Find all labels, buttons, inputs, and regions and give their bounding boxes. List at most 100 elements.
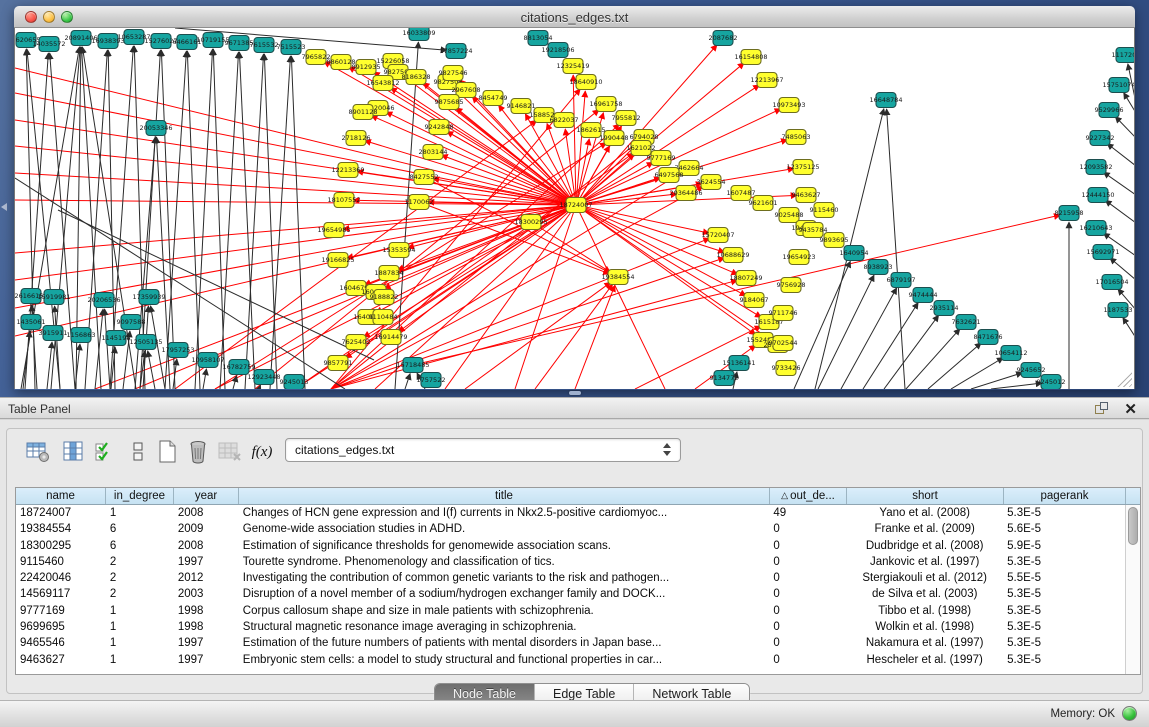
table-row[interactable]: 1456911722003Disruption of a novel membe… bbox=[16, 586, 1125, 602]
table-row[interactable]: 911546021997Tourette syndrome. Phenomeno… bbox=[16, 554, 1125, 570]
graph-node-yellow[interactable]: 9110484 bbox=[369, 310, 398, 325]
citation-edge-black[interactable] bbox=[291, 56, 305, 389]
graph-node-teal[interactable]: 7632621 bbox=[952, 315, 981, 330]
column-header-pagerank[interactable]: pagerank bbox=[1004, 488, 1126, 504]
graph-node-yellow[interactable]: 18107552 bbox=[327, 193, 360, 208]
graph-node-teal[interactable]: 17957253 bbox=[161, 343, 194, 358]
float-panel-icon[interactable] bbox=[1095, 402, 1109, 416]
graph-node-teal[interactable]: 9245012 bbox=[1037, 375, 1066, 390]
network-view-window[interactable]: citations_edges.txt 26206551403557220891… bbox=[14, 6, 1135, 390]
graph-node-yellow[interactable]: 12325419 bbox=[556, 59, 589, 74]
graph-node-yellow[interactable]: 9711746 bbox=[769, 306, 798, 321]
citation-edge-red[interactable] bbox=[576, 205, 724, 252]
graph-node-yellow[interactable]: 16154808 bbox=[734, 50, 767, 65]
close-panel-icon[interactable]: ✕ bbox=[1124, 400, 1137, 418]
graph-node-yellow[interactable]: 9733426 bbox=[772, 361, 801, 376]
citation-edge-black[interactable] bbox=[195, 49, 213, 389]
table-row[interactable]: 977716911998Corpus callosum shape and si… bbox=[16, 603, 1125, 619]
memory-ok-indicator[interactable] bbox=[1122, 706, 1137, 721]
citation-edge-red[interactable] bbox=[576, 205, 665, 389]
citation-edge-black[interactable] bbox=[405, 374, 410, 389]
graph-node-teal[interactable]: 2935114 bbox=[930, 301, 959, 316]
graph-node-teal[interactable]: 1757522 bbox=[417, 373, 446, 388]
graph-node-yellow[interactable]: 9184067 bbox=[740, 293, 769, 308]
citation-edge-red[interactable] bbox=[465, 282, 611, 389]
graph-node-yellow[interactable]: 9188822 bbox=[370, 290, 399, 305]
graph-node-teal[interactable]: 1187533 bbox=[1104, 303, 1133, 318]
graph-node-teal[interactable]: 2087682 bbox=[709, 31, 738, 46]
select-rows-button[interactable] bbox=[93, 439, 119, 465]
graph-node-yellow[interactable]: 8901128 bbox=[349, 105, 378, 120]
graph-node-yellow[interactable]: 18640910 bbox=[569, 75, 602, 90]
graph-node-yellow[interactable]: 9875685 bbox=[435, 95, 464, 110]
delete-rows-button[interactable] bbox=[185, 439, 211, 465]
graph-node-yellow[interactable]: 9463627 bbox=[792, 188, 821, 203]
graph-node-yellow[interactable]: 15720407 bbox=[701, 228, 734, 243]
citation-edge-red[interactable] bbox=[15, 200, 576, 205]
graph-node-yellow[interactable]: 7625402 bbox=[342, 335, 371, 350]
citation-edge-black[interactable] bbox=[23, 331, 30, 389]
graph-node-teal[interactable]: 12444150 bbox=[1081, 188, 1114, 203]
graph-node-teal[interactable]: 6879197 bbox=[887, 273, 916, 288]
table-row[interactable]: 1830029562008Estimation of significance … bbox=[16, 538, 1125, 554]
citation-edge-black[interactable] bbox=[841, 288, 897, 389]
citation-edge-red[interactable] bbox=[531, 222, 610, 272]
citation-edge-red[interactable] bbox=[357, 171, 576, 205]
graph-node-teal[interactable]: 3915911 bbox=[39, 326, 68, 341]
graph-node-yellow[interactable]: 1887834 bbox=[375, 266, 404, 281]
graph-node-yellow[interactable]: 19384554 bbox=[601, 270, 634, 285]
table-row[interactable]: 1872400712008Changes of HCN gene express… bbox=[16, 505, 1125, 521]
citation-edge-red[interactable] bbox=[365, 141, 576, 205]
citation-edge-black[interactable] bbox=[203, 369, 206, 389]
graph-node-teal[interactable]: 20053346 bbox=[139, 121, 172, 136]
citation-edge-red[interactable] bbox=[535, 284, 613, 389]
network-graph-canvas[interactable]: 2620655140355722089140616938393106532871… bbox=[14, 28, 1135, 389]
graph-node-teal[interactable]: 9097588 bbox=[117, 315, 146, 330]
graph-node-yellow[interactable]: 3624554 bbox=[697, 175, 726, 190]
table-settings-button[interactable] bbox=[25, 439, 51, 465]
citation-edge-black[interactable] bbox=[95, 309, 103, 389]
graph-node-teal[interactable]: 15751074 bbox=[1102, 78, 1135, 93]
graph-node-teal[interactable]: 17857224 bbox=[439, 44, 472, 59]
table-row[interactable]: 969969511998Structural magnetic resonanc… bbox=[16, 619, 1125, 635]
graph-node-yellow[interactable]: 10688629 bbox=[716, 248, 749, 263]
graph-node-teal[interactable]: 16033809 bbox=[402, 28, 435, 41]
graph-node-yellow[interactable]: 9756928 bbox=[777, 278, 806, 293]
splitter-handle[interactable] bbox=[569, 391, 581, 395]
graph-node-teal[interactable]: 16648784 bbox=[869, 93, 902, 108]
graph-node-teal[interactable]: 9474444 bbox=[909, 288, 938, 303]
graph-node-yellow[interactable]: 15353594 bbox=[382, 243, 415, 258]
citation-edge-red[interactable] bbox=[413, 215, 1060, 365]
column-header-name[interactable]: name bbox=[16, 488, 106, 504]
citation-edge-black[interactable] bbox=[818, 275, 874, 389]
column-header-short[interactable]: short bbox=[847, 488, 1004, 504]
citation-edge-black[interactable] bbox=[906, 329, 960, 389]
graph-node-teal[interactable]: 15136141 bbox=[722, 356, 755, 371]
graph-node-yellow[interactable]: 8427552 bbox=[410, 170, 439, 185]
graph-node-yellow[interactable]: 9242848 bbox=[425, 120, 454, 135]
graph-node-yellow[interactable]: 9857791 bbox=[324, 356, 353, 371]
graph-node-yellow[interactable]: 9621601 bbox=[749, 196, 778, 211]
graph-node-yellow[interactable]: 19654923 bbox=[782, 250, 815, 265]
column-header-in_degree[interactable]: in_degree bbox=[106, 488, 174, 504]
scrollbar-thumb[interactable] bbox=[1128, 507, 1138, 545]
table-scrollbar[interactable] bbox=[1125, 505, 1140, 674]
citation-edge-black[interactable] bbox=[239, 52, 255, 389]
citation-edge-black[interactable] bbox=[1115, 116, 1135, 138]
graph-node-yellow[interactable]: 1990448 bbox=[600, 131, 629, 146]
table-row[interactable]: 946362711997Embryonic stem cells: a mode… bbox=[16, 652, 1125, 668]
function-builder-button[interactable]: f(x) bbox=[249, 439, 275, 465]
citation-network-graph[interactable]: 2620655140355722089140616938393106532871… bbox=[15, 28, 1135, 389]
graph-node-yellow[interactable]: 6822037 bbox=[550, 113, 579, 128]
graph-node-yellow[interactable]: 9777169 bbox=[647, 151, 676, 166]
graph-node-yellow[interactable]: 8454749 bbox=[479, 91, 508, 106]
graph-node-teal[interactable]: 8938923 bbox=[864, 260, 893, 275]
row-height-button[interactable] bbox=[125, 439, 151, 465]
citation-edge-black[interactable] bbox=[863, 303, 918, 389]
citation-edge-black[interactable] bbox=[270, 56, 290, 389]
graph-node-teal[interactable]: 9134772 bbox=[710, 371, 739, 386]
new-table-button[interactable] bbox=[155, 439, 181, 465]
graph-node-teal[interactable]: 7615532 bbox=[250, 38, 279, 53]
graph-node-teal[interactable]: 1640954 bbox=[840, 246, 869, 261]
show-columns-button[interactable] bbox=[61, 439, 87, 465]
